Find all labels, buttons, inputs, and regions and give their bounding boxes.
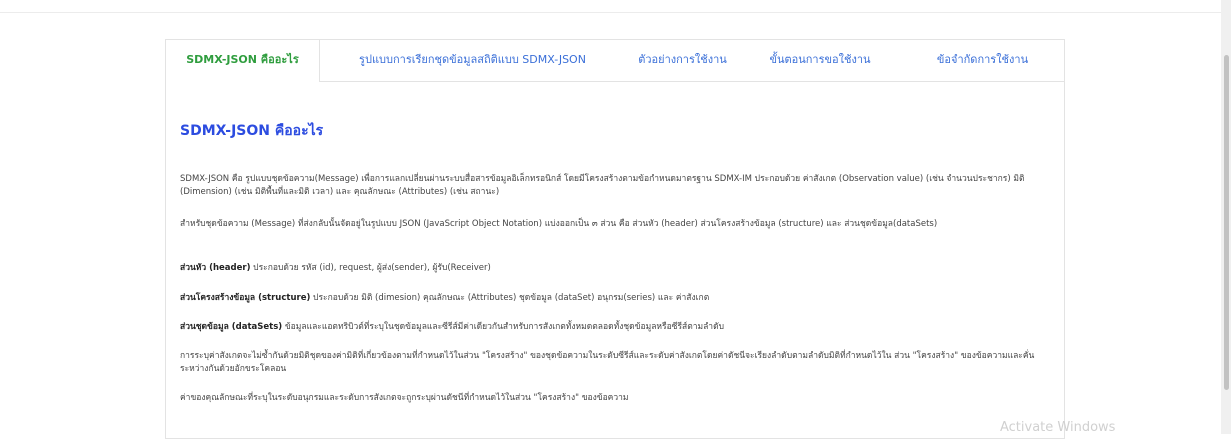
tab-request-format[interactable]: รูปแบบการเรียกชุดข้อมูลสถิติแบบ SDMX-JSO… [320, 39, 625, 81]
header-term: ส่วนหัว (header) [180, 263, 251, 273]
tab-panel: SDMX-JSON คืออะไร SDMX-JSON คือ รูปแบบชุ… [180, 120, 1040, 403]
tab-request-steps[interactable]: ขั้นตอนการขอใช้งาน [740, 39, 900, 81]
tab-divider [319, 39, 320, 82]
tab-examples[interactable]: ตัวอย่างการใช้งาน [625, 39, 740, 81]
tab-sdmx-json-what[interactable]: SDMX-JSON คืออะไร [165, 39, 320, 81]
tab-limitations[interactable]: ข้อจำกัดการใช้งาน [900, 39, 1065, 81]
structure-term: ส่วนโครงสร้างข้อมูล (structure) [180, 293, 311, 303]
section-heading: SDMX-JSON คืออะไร [180, 123, 324, 139]
paragraph-intro: SDMX-JSON คือ รูปแบบชุดข้อความ(Message) … [180, 174, 1025, 197]
content-card [165, 39, 1065, 439]
activate-windows-watermark: Activate Windows [1000, 420, 1116, 435]
datasets-term: ส่วนชุดข้อมูล (dataSets) [180, 322, 283, 332]
top-divider [0, 12, 1231, 13]
tab-bar: SDMX-JSON คืออะไร รูปแบบการเรียกชุดข้อมู… [165, 39, 1065, 81]
paragraph-structure: ส่วนโครงสร้างข้อมูล (structure) ประกอบด้… [180, 292, 709, 305]
paragraph-observation-key: การระบุค่าสังเกตจะไม่ซ้ำกันด้วยมิติชุดขอ… [180, 351, 1035, 374]
scrollbar-thumb[interactable] [1224, 55, 1229, 390]
header-description: ประกอบด้วย รหัส (id), request, ผู้ส่ง(se… [250, 263, 491, 273]
datasets-description: ข้อมูลและแอตทริบิวต์ที่ระบุในชุดข้อมูลแล… [282, 322, 724, 332]
paragraph-datasets: ส่วนชุดข้อมูล (dataSets) ข้อมูลและแอตทริ… [180, 321, 724, 334]
paragraph-message-format: สำหรับชุดข้อความ (Message) ที่ส่งกลับนั้… [180, 219, 938, 229]
structure-description: ประกอบด้วย มิติ (dimesion) คุณลักษณะ (At… [310, 293, 710, 303]
paragraph-header: ส่วนหัว (header) ประกอบด้วย รหัส (id), r… [180, 262, 491, 275]
tab-underline [320, 81, 1065, 82]
paragraph-attributes: ค่าของคุณลักษณะที่ระบุในระดับอนุกรมและระ… [180, 393, 629, 403]
